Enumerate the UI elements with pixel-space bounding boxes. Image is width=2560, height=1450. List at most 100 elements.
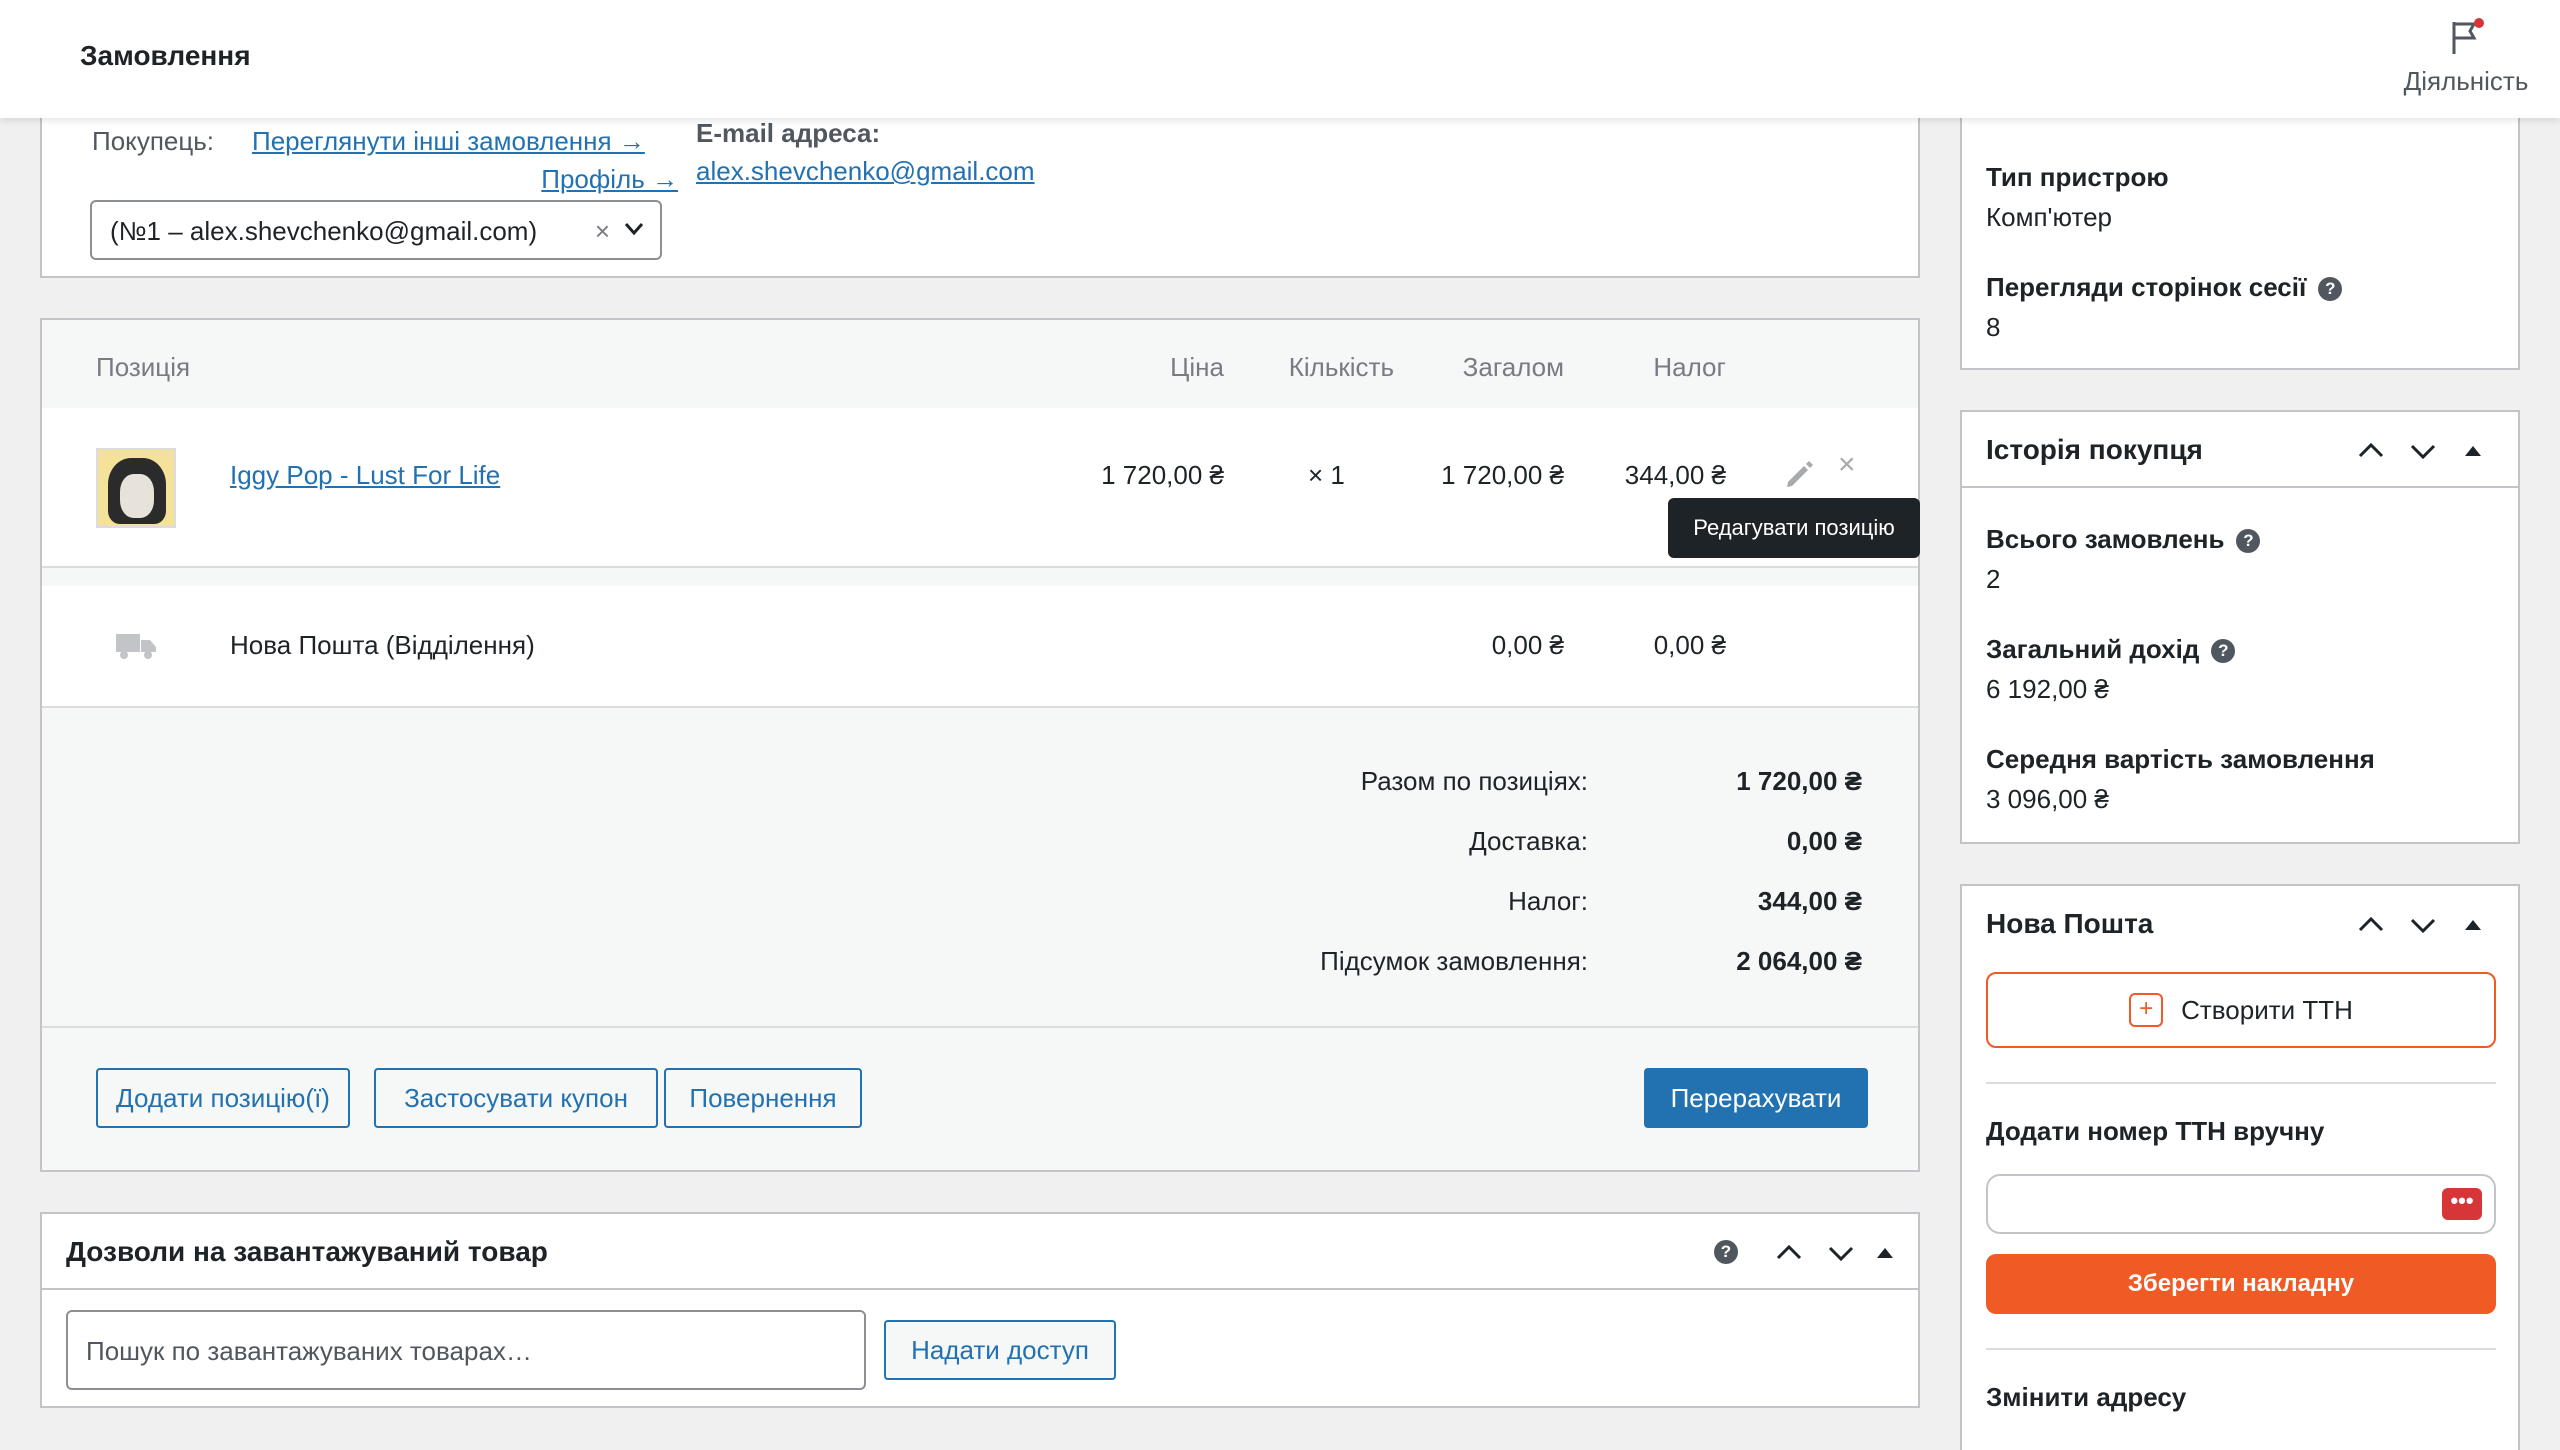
clear-customer-icon[interactable]: × (595, 216, 610, 247)
col-cost: Ціна (1170, 352, 1224, 382)
customer-select[interactable]: (№1 – alex.shevchenko@gmail.com) × (90, 200, 662, 260)
order-actions: Додати позицію(ї) Застосувати купон Пове… (42, 1026, 1918, 1172)
help-icon[interactable]: ? (2318, 277, 2343, 302)
total-revenue-label: Загальний дохід? (1986, 634, 2236, 665)
recalculate-button[interactable]: Перерахувати (1644, 1068, 1868, 1128)
downloads-title: Дозволи на завантажуваний товар (66, 1236, 548, 1267)
notification-dot (2474, 18, 2484, 28)
divider (1986, 1348, 2496, 1350)
totals-label: Разом по позиціях: (1360, 766, 1588, 796)
help-icon[interactable]: ? (2211, 639, 2236, 664)
page-title: Замовлення (80, 40, 251, 71)
save-invoice-button[interactable]: Зберегти накладну (1986, 1254, 2496, 1314)
chevron-up-icon[interactable] (1774, 1240, 1804, 1266)
item-tax: 344,00 ₴ (1624, 460, 1726, 490)
email-label: E-mail адреса: (696, 118, 881, 148)
plus-icon: + (2129, 993, 2164, 1027)
customer-section: Покупець: Переглянути інші замовлення → … (40, 90, 1920, 278)
box-controls: ? (1702, 1234, 1902, 1274)
total-revenue-value: 6 192,00 ₴ (1986, 674, 2109, 704)
shipping-total: 0,00 ₴ (1491, 630, 1564, 660)
totals-value: 2 064,00 ₴ (1736, 946, 1862, 976)
totals-value: 0,00 ₴ (1786, 826, 1862, 856)
totals-value: 344,00 ₴ (1757, 886, 1862, 916)
view-other-orders-link[interactable]: Переглянути інші замовлення → (252, 126, 645, 157)
delete-item-icon[interactable]: × (1838, 448, 1856, 482)
box-controls (2352, 432, 2502, 472)
line-item-row: Iggy Pop - Lust For Life 1 720,00 ₴ × 1 … (42, 408, 1918, 568)
manual-ttn-label: Додати номер ТТН вручну (1986, 1116, 2325, 1146)
grant-access-button[interactable]: Надати доступ (884, 1320, 1116, 1380)
download-search-input[interactable]: Пошук по завантажуваних товарах… (66, 1310, 866, 1390)
customer-label: Покупець: (92, 126, 215, 156)
total-orders-value: 2 (1986, 564, 2001, 594)
help-icon[interactable]: ? (1714, 1240, 1738, 1264)
item-qty: × 1 (1308, 460, 1345, 490)
divider (1986, 1082, 2496, 1084)
activity-button[interactable]: Діяльність (2396, 18, 2536, 97)
edit-pencil-icon[interactable] (1782, 456, 1818, 492)
col-item: Позиція (96, 352, 191, 382)
chevron-down-icon[interactable] (2408, 438, 2438, 464)
flag-icon (2452, 18, 2484, 54)
collapse-toggle-icon[interactable] (2462, 914, 2484, 936)
order-items-section: Позиція Ціна Кількість Загалом Налог Igg… (40, 318, 1920, 1172)
help-icon[interactable]: ? (2236, 529, 2261, 554)
totals-label: Налог: (1508, 886, 1588, 916)
add-items-button[interactable]: Додати позицію(ї) (96, 1068, 350, 1128)
session-pageviews-label-text: Перегляди сторінок сесії (1986, 272, 2307, 302)
downloads-header: Дозволи на завантажуваний товар ? (42, 1214, 1918, 1290)
col-qty: Кількість (1288, 352, 1394, 382)
top-bar: Замовлення Діяльність (0, 0, 2560, 118)
novaposhta-title: Нова Пошта (1986, 908, 2154, 939)
chevron-down-icon[interactable] (1826, 1240, 1856, 1266)
profile-link[interactable]: Профіль → (541, 164, 678, 195)
items-table-header: Позиція Ціна Кількість Загалом Налог (42, 320, 1918, 408)
change-address-label: Змінити адресу (1986, 1382, 2187, 1412)
col-total: Загалом (1462, 352, 1564, 382)
novaposhta-header: Нова Пошта (1962, 886, 2518, 962)
chevron-up-icon[interactable] (2356, 438, 2386, 464)
collapse-toggle-icon[interactable] (2462, 440, 2484, 462)
create-ttn-label: Створити ТТН (2181, 994, 2353, 1025)
collapse-toggle-icon[interactable] (1874, 1242, 1896, 1264)
chevron-down-icon (624, 223, 644, 236)
activity-label: Діяльність (2403, 66, 2529, 96)
chevron-up-icon[interactable] (2356, 912, 2386, 938)
order-totals: Разом по позиціях: 1 720,00 ₴ Доставка: … (42, 708, 1918, 1026)
history-header: Історія покупця (1962, 412, 2518, 488)
create-ttn-button[interactable]: + Створити ТТН (1986, 972, 2496, 1048)
truck-icon (116, 634, 156, 659)
novaposhta-panel: Нова Пошта + Створити ТТН Додати номер Т… (1960, 884, 2520, 1450)
device-type-label: Тип пристрою (1986, 162, 2169, 192)
customer-select-value: (№1 – alex.shevchenko@gmail.com) (110, 216, 538, 246)
totals-value: 1 720,00 ₴ (1736, 766, 1862, 796)
shipping-row: Нова Пошта (Відділення) 0,00 ₴ 0,00 ₴ (42, 586, 1918, 708)
session-pageviews-value: 8 (1986, 312, 2001, 342)
item-total: 1 720,00 ₴ (1441, 460, 1564, 490)
product-name-link[interactable]: Iggy Pop - Lust For Life (230, 460, 500, 491)
average-order-label: Середня вартість замовлення (1986, 744, 2375, 774)
col-tax: Налог (1653, 352, 1726, 382)
manual-ttn-input[interactable]: ••• (1986, 1174, 2496, 1234)
totals-label: Підсумок замовлення: (1320, 946, 1588, 976)
box-controls (2352, 906, 2502, 946)
session-pageviews-label: Перегляди сторінок сесії? (1986, 272, 2343, 303)
download-search-placeholder: Пошук по завантажуваних товарах… (86, 1336, 532, 1366)
customer-session-panel: · Тип пристрою Комп'ютер Перегляди сторі… (1960, 90, 2520, 370)
email-link[interactable]: alex.shevchenko@gmail.com (696, 156, 1035, 187)
shipping-method-name: Нова Пошта (Відділення) (230, 630, 535, 660)
downloadable-permissions-section: Дозволи на завантажуваний товар ? Пошук … (40, 1212, 1920, 1408)
shipping-tax: 0,00 ₴ (1653, 630, 1726, 660)
history-title: Історія покупця (1986, 434, 2203, 465)
total-orders-label: Всього замовлень? (1986, 524, 2261, 555)
apply-coupon-button[interactable]: Застосувати купон (374, 1068, 658, 1128)
product-thumbnail[interactable] (96, 448, 176, 528)
edit-item-tooltip: Редагувати позицію (1668, 498, 1920, 558)
totals-label: Доставка: (1469, 826, 1588, 856)
average-order-value: 3 096,00 ₴ (1986, 784, 2109, 814)
chevron-down-icon[interactable] (2408, 912, 2438, 938)
refund-button[interactable]: Повернення (664, 1068, 862, 1128)
password-manager-icon[interactable]: ••• (2442, 1188, 2482, 1220)
customer-history-panel: Історія покупця Всього замовлень? 2 Зага… (1960, 410, 2520, 844)
